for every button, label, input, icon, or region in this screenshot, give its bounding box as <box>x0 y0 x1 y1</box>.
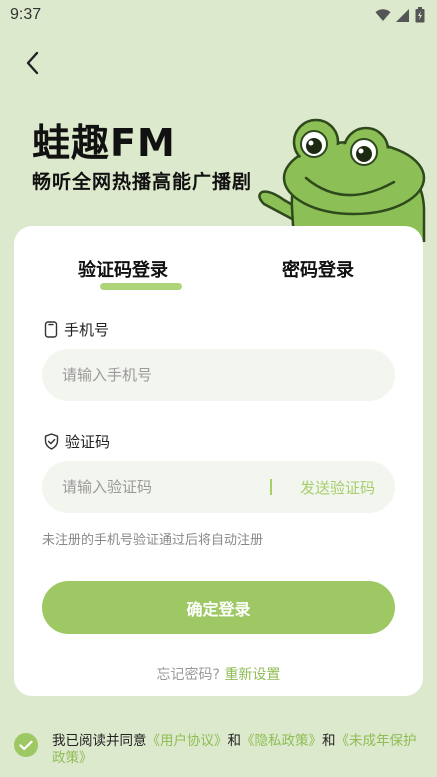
status-bar: 9:37 <box>0 0 437 30</box>
login-tabs: 验证码登录 密码登录 <box>14 256 423 296</box>
code-field-label: 验证码 <box>44 431 110 452</box>
agreement-text: 我已阅读并同意《用户协议》和《隐私政策》和《未成年保护政策》 <box>52 733 429 767</box>
battery-icon <box>415 7 425 23</box>
forgot-password-text: 忘记密码? <box>156 667 220 683</box>
code-input-box: 发送验证码 <box>42 461 395 513</box>
tab-sms-login[interactable]: 验证码登录 <box>78 256 168 282</box>
agreement-and-1: 和 <box>227 733 242 749</box>
forgot-password-row: 忘记密码? 重新设置 <box>14 664 423 684</box>
phone-label-text: 手机号 <box>64 321 110 339</box>
verification-code-input[interactable] <box>62 478 260 496</box>
app-title: 蛙趣FM <box>32 121 176 165</box>
send-code-button[interactable]: 发送验证码 <box>300 477 375 498</box>
shield-check-icon <box>44 433 59 450</box>
user-agreement-link[interactable]: 《用户协议》 <box>147 733 228 749</box>
app-slogan: 畅听全网热播高能广播剧 <box>32 171 253 193</box>
phone-field-label: 手机号 <box>44 319 109 340</box>
active-tab-indicator <box>100 283 182 290</box>
phone-input-box <box>42 349 395 401</box>
frog-mascot-icon <box>258 118 426 242</box>
status-icons <box>375 7 425 23</box>
tab-sms-login-label: 验证码登录 <box>78 260 168 281</box>
agreement-row: 我已阅读并同意《用户协议》和《隐私政策》和《未成年保护政策》 <box>14 733 429 767</box>
status-time: 9:37 <box>10 6 42 23</box>
agreement-checkbox[interactable] <box>14 733 38 757</box>
phone-input[interactable] <box>62 366 375 384</box>
tab-password-login[interactable]: 密码登录 <box>282 256 354 282</box>
reset-password-link[interactable]: 重新设置 <box>224 667 280 683</box>
auto-register-hint: 未注册的手机号验证通过后将自动注册 <box>42 533 264 548</box>
back-button[interactable] <box>18 48 48 78</box>
privacy-policy-link[interactable]: 《隐私政策》 <box>241 733 322 749</box>
wifi-icon <box>375 8 391 21</box>
tab-password-login-label: 密码登录 <box>282 260 354 281</box>
code-label-text: 验证码 <box>65 433 111 451</box>
code-divider <box>269 479 272 495</box>
agreement-and-2: 和 <box>322 733 336 749</box>
check-icon <box>19 740 33 750</box>
confirm-login-button[interactable]: 确定登录 <box>42 581 395 634</box>
agreement-prefix: 我已阅读并同意 <box>52 733 147 749</box>
phone-icon <box>44 321 58 338</box>
signal-icon <box>396 8 409 22</box>
back-arrow-icon <box>26 51 39 75</box>
login-card: 验证码登录 密码登录 手机号 验证码 发送验证码 未注册的手机号验证通过后将自动… <box>14 226 423 696</box>
